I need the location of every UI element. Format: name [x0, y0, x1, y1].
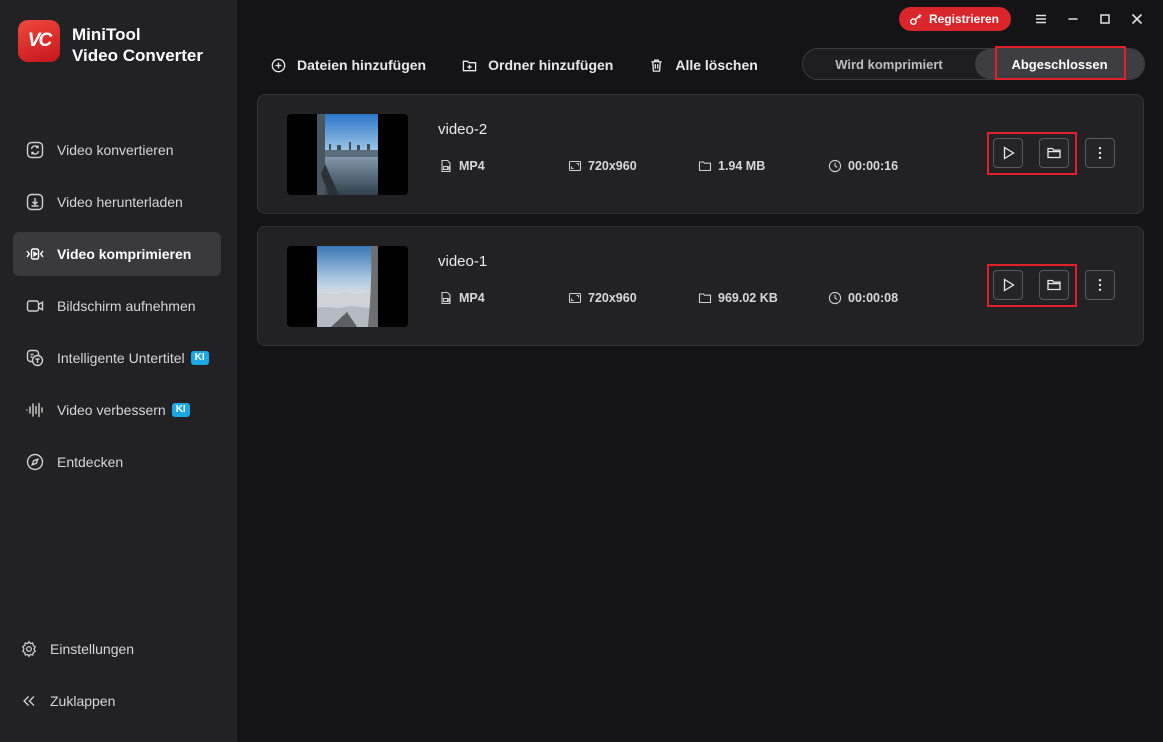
resolution-icon: [568, 160, 582, 172]
hamburger-menu-icon: [1036, 14, 1046, 24]
resolution-info: 720x960: [568, 291, 637, 305]
video-thumbnail[interactable]: [287, 246, 408, 327]
menu-button[interactable]: [1025, 7, 1057, 31]
subtitle-icon: [26, 349, 44, 367]
video-resolution: 720x960: [588, 291, 637, 305]
minimize-icon: [1068, 18, 1078, 20]
close-icon: [1131, 13, 1143, 25]
sidebar-item-label: Video herunterladen: [57, 194, 183, 210]
file-video-icon: [441, 159, 451, 173]
duration-info: 00:00:08: [828, 291, 898, 305]
tab-compressing[interactable]: Wird komprimiert: [803, 49, 975, 79]
video-format: MP4: [459, 291, 485, 305]
sidebar-item-bildschirm-aufnehmen[interactable]: Bildschirm aufnehmen: [13, 284, 221, 328]
video-card: video-2 MP4 720x960 1.94 MB 00:00:16: [257, 94, 1144, 214]
video-duration: 00:00:16: [848, 159, 899, 173]
collapse-label: Zuklappen: [50, 693, 116, 709]
sidebar-item-label: Video komprimieren: [57, 246, 192, 262]
close-button[interactable]: [1121, 7, 1153, 31]
app-title: MiniTool Video Converter: [72, 24, 203, 66]
video-card: video-1 MP4 720x960 969.02 KB 00:00:08: [257, 226, 1144, 346]
register-label: Registrieren: [928, 12, 999, 26]
more-options-button[interactable]: [1085, 138, 1115, 168]
sidebar-item-label: Intelligente Untertitel: [57, 350, 185, 366]
minimize-button[interactable]: [1057, 7, 1089, 31]
waveform-icon: [26, 402, 43, 418]
delete-all-label: Alle löschen: [675, 57, 758, 73]
ki-badge: KI: [171, 403, 190, 417]
clock-icon: [828, 159, 842, 173]
more-options-button[interactable]: [1085, 270, 1115, 300]
more-vertical-icon: [1098, 279, 1102, 291]
format-info: MP4: [439, 291, 485, 305]
file-video-icon: [441, 291, 451, 305]
key-icon: [910, 14, 922, 25]
sidebar-item-video-konvertieren[interactable]: Video konvertieren: [13, 128, 221, 172]
convert-icon: [26, 141, 44, 159]
sidebar-item-label: Entdecken: [57, 454, 124, 470]
camera-icon: [26, 300, 44, 312]
video-size: 1.94 MB: [718, 159, 766, 173]
video-format: MP4: [459, 159, 485, 173]
add-files-label: Dateien hinzufügen: [297, 57, 427, 73]
sidebar-item-label: Video konvertieren: [57, 142, 174, 158]
download-icon: [26, 193, 44, 211]
folder-icon: [698, 293, 712, 304]
more-vertical-icon: [1098, 147, 1102, 159]
settings-label: Einstellungen: [50, 641, 135, 657]
video-thumbnail[interactable]: [287, 114, 408, 195]
register-button[interactable]: Registrieren: [898, 7, 1011, 31]
video-name: video-2: [438, 121, 488, 138]
title-bar-controls: Registrieren: [898, 6, 1163, 32]
thumbnail-image: [317, 114, 378, 195]
sidebar-item-video-verbessern[interactable]: Video verbessern KI: [13, 388, 221, 432]
video-name: video-1: [438, 253, 488, 270]
add-folder-icon: [462, 60, 477, 71]
sidebar-nav: Video konvertieren Video herunterladen V…: [13, 128, 221, 492]
app-title-line2: Video Converter: [72, 46, 204, 65]
highlight-box-actions: [987, 132, 1077, 175]
video-duration: 00:00:08: [848, 291, 899, 305]
resolution-info: 720x960: [568, 159, 637, 173]
collapse-button[interactable]: Zuklappen: [20, 686, 220, 716]
add-folder-label: Ordner hinzufügen: [488, 57, 614, 73]
app-logo: VC: [18, 20, 60, 62]
size-info: 969.02 KB: [698, 291, 778, 305]
settings-button[interactable]: Einstellungen: [20, 634, 220, 664]
format-info: MP4: [439, 159, 485, 173]
logo-text: VC: [27, 30, 52, 51]
compass-icon: [26, 453, 44, 471]
highlight-box-actions: [987, 264, 1077, 307]
sidebar: VC MiniTool Video Converter Video konver…: [0, 0, 237, 742]
compress-icon: [26, 248, 44, 260]
gear-icon: [21, 640, 37, 658]
delete-all-button[interactable]: Alle löschen: [649, 57, 758, 73]
add-folder-button[interactable]: Ordner hinzufügen: [462, 57, 613, 73]
sidebar-item-video-herunterladen[interactable]: Video herunterladen: [13, 180, 221, 224]
highlight-box-tab: [995, 46, 1126, 80]
video-resolution: 720x960: [588, 159, 637, 173]
resolution-icon: [568, 292, 582, 304]
thumbnail-image: [317, 246, 378, 327]
app-title-line1: MiniTool: [72, 25, 141, 44]
folder-icon: [698, 161, 712, 172]
ki-badge: KI: [190, 351, 209, 365]
duration-info: 00:00:16: [828, 159, 898, 173]
trash-icon: [651, 59, 662, 72]
sidebar-item-label: Video verbessern: [57, 402, 166, 418]
add-circle-icon: [271, 58, 286, 72]
video-size: 969.02 KB: [718, 291, 778, 305]
clock-icon: [828, 291, 842, 305]
sidebar-item-entdecken[interactable]: Entdecken: [13, 440, 221, 484]
maximize-icon: [1100, 14, 1110, 24]
sidebar-item-label: Bildschirm aufnehmen: [57, 298, 196, 314]
size-info: 1.94 MB: [698, 159, 765, 173]
sidebar-item-intelligente-untertitel[interactable]: Intelligente Untertitel KI: [13, 336, 221, 380]
maximize-button[interactable]: [1089, 7, 1121, 31]
toolbar: Dateien hinzufügen Ordner hinzufügen All…: [271, 55, 794, 75]
double-chevron-left-icon: [23, 696, 35, 706]
sidebar-item-video-komprimieren[interactable]: Video komprimieren: [13, 232, 221, 276]
add-files-button[interactable]: Dateien hinzufügen: [271, 57, 426, 73]
